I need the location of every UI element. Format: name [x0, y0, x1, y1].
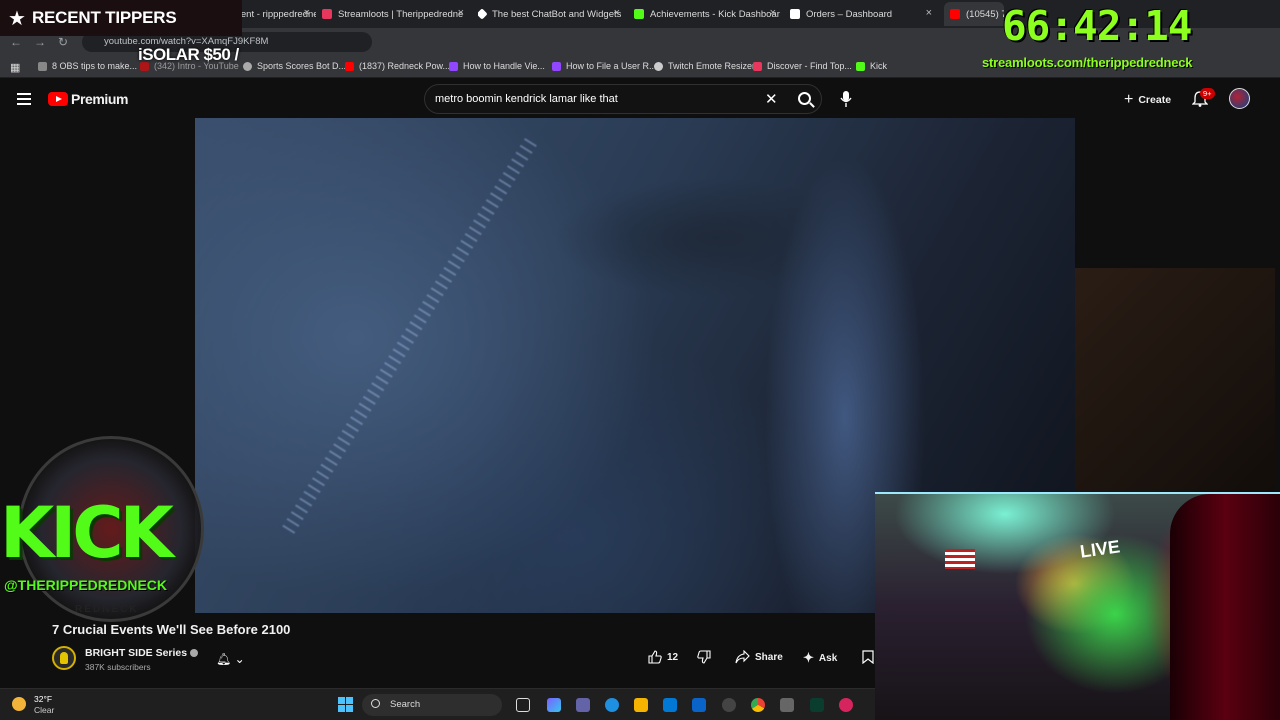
task-view-icon[interactable] — [516, 698, 530, 712]
taskbar-search[interactable]: Search — [362, 694, 502, 716]
bookmark-kick[interactable]: Kick — [856, 61, 887, 71]
particle-streak — [281, 138, 537, 536]
youtube-icon — [345, 61, 354, 71]
tab-close-icon[interactable]: × — [926, 7, 932, 19]
create-button[interactable]: + Create — [1124, 91, 1171, 109]
windows-start-icon[interactable] — [338, 697, 353, 712]
tab-close-icon[interactable]: × — [458, 7, 464, 19]
search-input[interactable]: metro boomin kendrick lamar like that — [435, 93, 618, 105]
edge-icon[interactable] — [605, 698, 619, 712]
apps-grid-icon[interactable]: ▦ — [10, 61, 20, 74]
bookmark-redneck-pow[interactable]: (1837) Redneck Pow... — [345, 61, 450, 71]
bookmark-file-user-report[interactable]: How to File a User R... — [552, 61, 657, 71]
subscription-bell-icon[interactable]: 🔔︎ ⌄ — [216, 652, 245, 666]
music-app-icon[interactable] — [839, 698, 853, 712]
ask-button[interactable]: ✦ Ask — [803, 650, 837, 666]
bookmark-discover[interactable]: Discover - Find Top... — [753, 61, 852, 71]
us-flag — [945, 549, 975, 569]
webcam-feed: LIVE — [875, 492, 1280, 720]
redneck-text: REDNECK — [75, 604, 139, 615]
twitch-icon — [449, 61, 458, 71]
streamer-figure — [1170, 494, 1280, 720]
screen: Stream Element - ripppedredne × Streamlo… — [0, 0, 1280, 720]
youtube-header: Premium metro boomin kendrick lamar like… — [0, 79, 1280, 119]
channel-name[interactable]: BRIGHT SIDE Series — [85, 647, 199, 659]
outlook-icon[interactable] — [692, 698, 706, 712]
recent-tippers-banner: ★ RECENT TIPPERS — [0, 0, 242, 36]
account-avatar[interactable] — [1229, 88, 1250, 109]
star-icon: ★ — [8, 7, 26, 30]
bookmark-sports-scores[interactable]: Sports Scores Bot D... — [243, 61, 346, 71]
search-icon — [371, 699, 380, 708]
dislike-button[interactable] — [697, 650, 711, 664]
kick-icon — [856, 61, 865, 71]
kick-logo-text: KICK — [0, 492, 174, 574]
promo-url: streamloots.com/therippedredneck — [982, 55, 1193, 70]
sparkle-icon: ✦ — [803, 650, 814, 665]
streamloots-icon — [322, 9, 332, 19]
search-box[interactable]: metro boomin kendrick lamar like that ✕ — [424, 84, 822, 114]
save-button[interactable] — [862, 650, 874, 664]
file-explorer-icon[interactable] — [634, 698, 648, 712]
like-button[interactable]: 12 — [648, 650, 678, 664]
dashboard-icon — [790, 9, 800, 19]
live-sign: LIVE — [1078, 536, 1122, 562]
notification-count-badge: 9+ — [1200, 88, 1215, 99]
chatbot-icon — [478, 8, 488, 20]
channel-avatar[interactable] — [52, 646, 76, 670]
verified-icon — [190, 649, 199, 658]
store-icon[interactable] — [663, 698, 677, 712]
bookmark-icon — [38, 61, 47, 71]
tab-close-icon[interactable]: × — [770, 7, 776, 19]
kick-handle: @THERIPPEDREDNECK — [4, 577, 168, 593]
windows-taskbar: 32°F Clear Search — [0, 688, 875, 720]
copilot-icon[interactable] — [547, 698, 561, 712]
bookmark-handle-viewers[interactable]: How to Handle Vie... — [449, 61, 545, 71]
share-icon — [735, 650, 750, 664]
reload-icon[interactable]: ↻ — [58, 35, 68, 49]
forward-icon[interactable]: → — [34, 35, 46, 49]
subathon-timer: 66:42:14 — [1002, 2, 1192, 50]
tipper-entry: iSOLAR $50 / — [138, 45, 239, 64]
globe-icon — [654, 61, 663, 71]
subscriber-count: 387K subscribers — [85, 662, 151, 672]
youtube-premium-logo[interactable]: Premium — [48, 91, 129, 107]
kick-overlay-badge: KICK @THERIPPEDREDNECK REDNECK — [0, 432, 225, 622]
youtube-icon — [950, 9, 960, 19]
discover-icon — [753, 61, 762, 71]
twitch-icon — [552, 61, 561, 71]
weather-condition: Clear — [34, 705, 55, 715]
thumbs-up-icon — [648, 650, 662, 664]
teams-icon[interactable] — [576, 698, 590, 712]
globe-icon — [243, 61, 252, 71]
video-title: 7 Crucial Events We'll See Before 2100 — [52, 622, 291, 637]
bookmark-save-icon — [862, 650, 874, 664]
search-icon[interactable] — [798, 92, 811, 105]
back-icon[interactable]: ← — [10, 35, 22, 49]
weather-moon-icon[interactable] — [12, 697, 26, 711]
youtube-play-icon — [48, 92, 68, 106]
app-icon[interactable] — [780, 698, 794, 712]
hamburger-menu-icon[interactable] — [17, 93, 31, 105]
tab-youtube-active[interactable]: (10545) 7 R — [944, 2, 1004, 26]
tab-close-icon[interactable]: × — [304, 7, 310, 19]
video-bleed-overlay — [1075, 268, 1275, 492]
plus-icon: + — [1124, 91, 1134, 108]
tab-streamloots[interactable]: Streamloots | Therippedredne × — [322, 2, 470, 26]
kick-icon — [634, 9, 644, 19]
share-button[interactable]: Share — [735, 650, 783, 664]
tab-orders-dashboard[interactable]: Orders – Dashboard × — [790, 2, 938, 26]
tab-kick-achievements[interactable]: Achievements - Kick Dashboar × — [634, 2, 782, 26]
clear-search-icon[interactable]: ✕ — [765, 90, 778, 108]
weather-temperature: 32°F — [34, 694, 53, 704]
bookmark-obs-tips[interactable]: 8 OBS tips to make... — [38, 61, 137, 71]
terminal-icon[interactable] — [810, 698, 824, 712]
tab-chatbot[interactable]: The best ChatBot and Widgets × — [478, 2, 626, 26]
obs-icon[interactable] — [722, 698, 736, 712]
chrome-icon[interactable] — [751, 698, 765, 712]
microphone-icon[interactable] — [840, 91, 852, 107]
tab-close-icon[interactable]: × — [614, 7, 620, 19]
thumbs-down-icon — [697, 650, 711, 664]
bookmark-twitch-emote-resizer[interactable]: Twitch Emote Resizer — [654, 61, 755, 71]
